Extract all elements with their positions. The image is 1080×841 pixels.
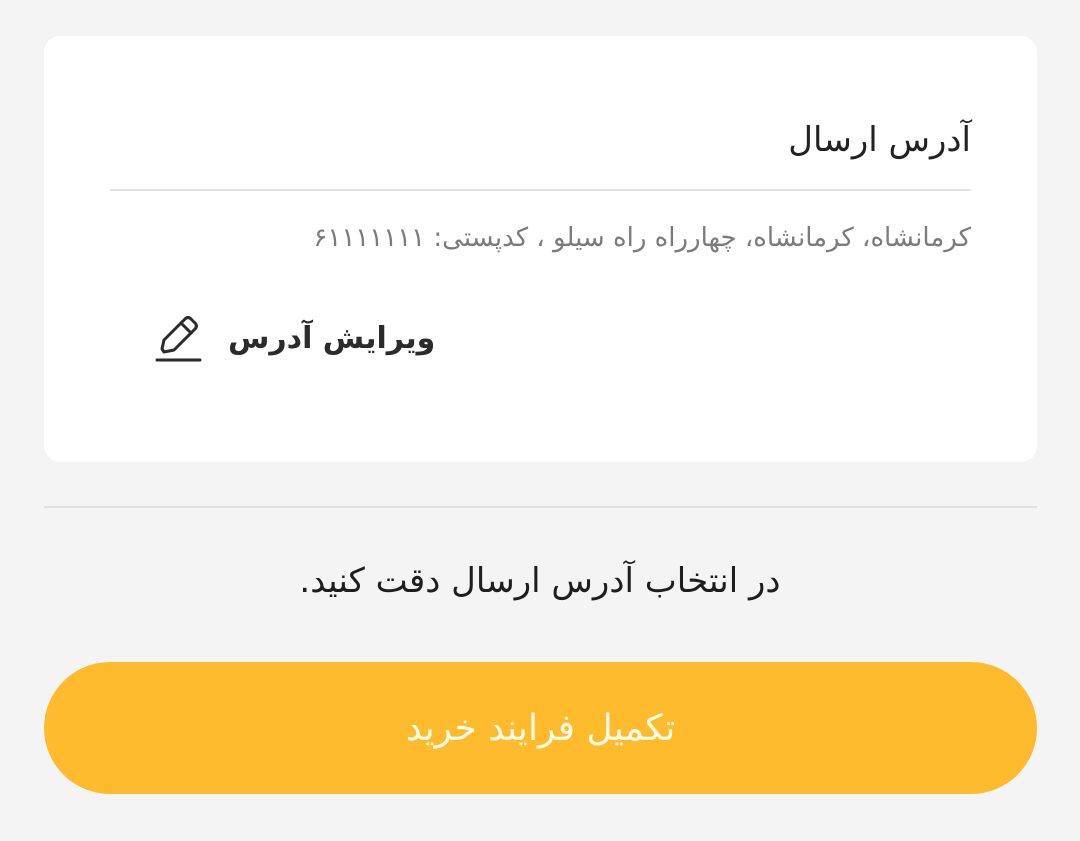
section-divider xyxy=(44,506,1037,508)
pencil-edit-icon xyxy=(155,316,202,362)
address-card: آدرس ارسال کرمانشاه، کرمانشاه، چهارراه ر… xyxy=(44,36,1037,462)
edit-address-label: ویرایش آدرس xyxy=(228,320,436,356)
edit-address-button[interactable]: ویرایش آدرس xyxy=(154,312,435,364)
complete-purchase-label: تکمیل فرایند خرید xyxy=(405,707,676,749)
address-text: کرمانشاه، کرمانشاه، چهارراه راه سیلو ، ک… xyxy=(313,223,971,253)
address-card-title: آدرس ارسال xyxy=(788,120,971,160)
complete-purchase-button[interactable]: تکمیل فرایند خرید xyxy=(44,662,1037,794)
address-notice: در انتخاب آدرس ارسال دقت کنید. xyxy=(299,561,781,601)
card-divider xyxy=(110,189,971,191)
